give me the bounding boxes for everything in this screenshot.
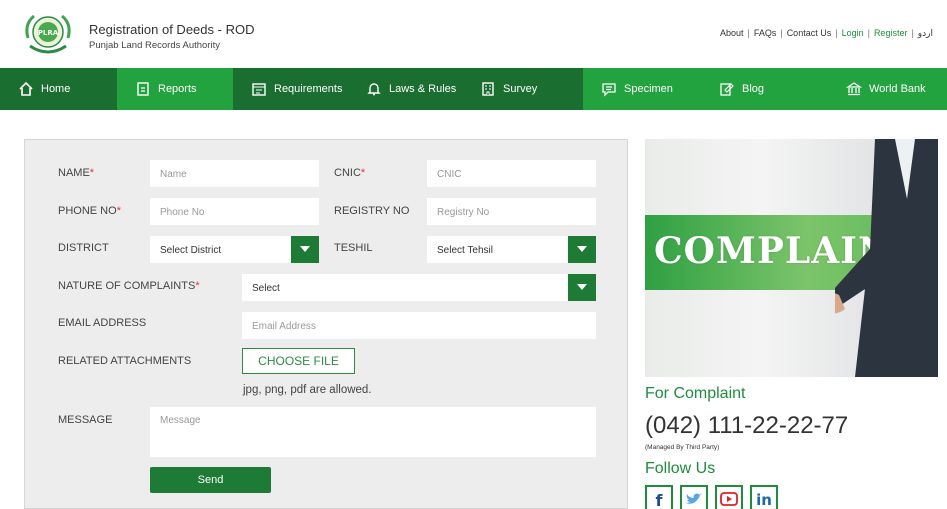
nav-world-bank[interactable]: World Bank (818, 68, 947, 110)
cnic-field[interactable]: CNIC (427, 160, 596, 187)
complaint-phone[interactable]: (042) 111-22-22-77 (645, 412, 848, 440)
chevron-down-icon (568, 274, 596, 301)
complaint-form: NAME* Name CNIC* CNIC PHONE NO* Phone No… (24, 139, 628, 509)
nav-requirements[interactable]: Requirements (233, 68, 350, 110)
chevron-down-icon (291, 236, 319, 263)
youtube-icon[interactable] (715, 485, 743, 509)
businessman-image (835, 139, 938, 377)
bank-icon (846, 82, 862, 96)
nature-select[interactable]: Select (242, 274, 596, 301)
link-login[interactable]: Login (842, 28, 864, 38)
plra-logo[interactable]: PLRA (20, 8, 76, 58)
svg-text:PLRA: PLRA (38, 29, 59, 37)
nav-survey[interactable]: Survey (466, 68, 583, 110)
managed-note: (Managed By Third Party) (645, 444, 720, 451)
attachments-label: RELATED ATTACHMENTS (58, 355, 192, 367)
bell-icon (367, 83, 381, 96)
cnic-label: CNIC* (334, 167, 366, 179)
link-register[interactable]: Register (874, 28, 908, 38)
building-icon (482, 82, 494, 96)
nature-label: NATURE OF COMPLAINTS* (58, 280, 200, 292)
tehsil-label: TESHIL (334, 242, 373, 254)
district-select[interactable]: Select District (150, 236, 319, 263)
nav-blog[interactable]: Blog (701, 68, 818, 110)
phone-field[interactable]: Phone No (150, 198, 319, 225)
main-nav: Home Reports Requirements Laws & Rules S… (0, 68, 947, 110)
follow-us-heading: Follow Us (645, 460, 716, 477)
top-links: About | FAQs | Contact Us | Login | Register | ارد… (719, 28, 933, 38)
site-subtitle: Punjab Land Records Authority (89, 40, 220, 51)
svg-text:in: in (756, 491, 772, 507)
chevron-down-icon (568, 236, 596, 263)
message-icon (602, 83, 616, 97)
name-field[interactable]: Name (150, 160, 319, 187)
reports-icon (137, 82, 149, 96)
link-faqs[interactable]: FAQs (754, 28, 777, 38)
for-complaint-heading: For Complaint (645, 385, 746, 402)
link-urdu[interactable]: اردو (918, 28, 933, 38)
email-label: EMAIL ADDRESS (58, 317, 147, 329)
linkedin-icon[interactable]: in (750, 485, 778, 509)
name-label: NAME* (58, 167, 95, 179)
nav-laws-rules[interactable]: Laws & Rules (350, 68, 466, 110)
district-label: DISTRICT (58, 242, 109, 254)
home-icon (19, 81, 33, 96)
file-hint: jpg, png, pdf are allowed. (243, 384, 372, 396)
twitter-icon[interactable] (680, 485, 708, 509)
facebook-icon[interactable]: f (645, 485, 673, 509)
requirements-icon (252, 83, 266, 96)
complaint-banner: COMPLAINT (645, 139, 938, 377)
svg-text:f: f (656, 491, 664, 507)
email-field[interactable]: Email Address (242, 312, 596, 339)
choose-file-button[interactable]: CHOOSE FILE (242, 348, 355, 374)
site-header: PLRA Registration of Deeds - ROD Punjab … (0, 0, 947, 68)
tehsil-select[interactable]: Select Tehsil (427, 236, 596, 263)
registry-label: REGISTRY NO (334, 205, 410, 217)
site-title: Registration of Deeds - ROD (89, 22, 255, 37)
send-button[interactable]: Send (150, 467, 271, 493)
nav-specimen[interactable]: Specimen (583, 68, 701, 110)
nav-reports[interactable]: Reports (117, 68, 233, 110)
link-contact[interactable]: Contact Us (787, 28, 832, 38)
nav-home[interactable]: Home (0, 68, 117, 110)
registry-field[interactable]: Registry No (427, 198, 596, 225)
edit-icon (720, 83, 734, 96)
message-field[interactable]: Message (150, 407, 596, 457)
phone-label: PHONE NO* (58, 205, 121, 217)
message-label: MESSAGE (58, 414, 113, 426)
link-about[interactable]: About (720, 28, 744, 38)
